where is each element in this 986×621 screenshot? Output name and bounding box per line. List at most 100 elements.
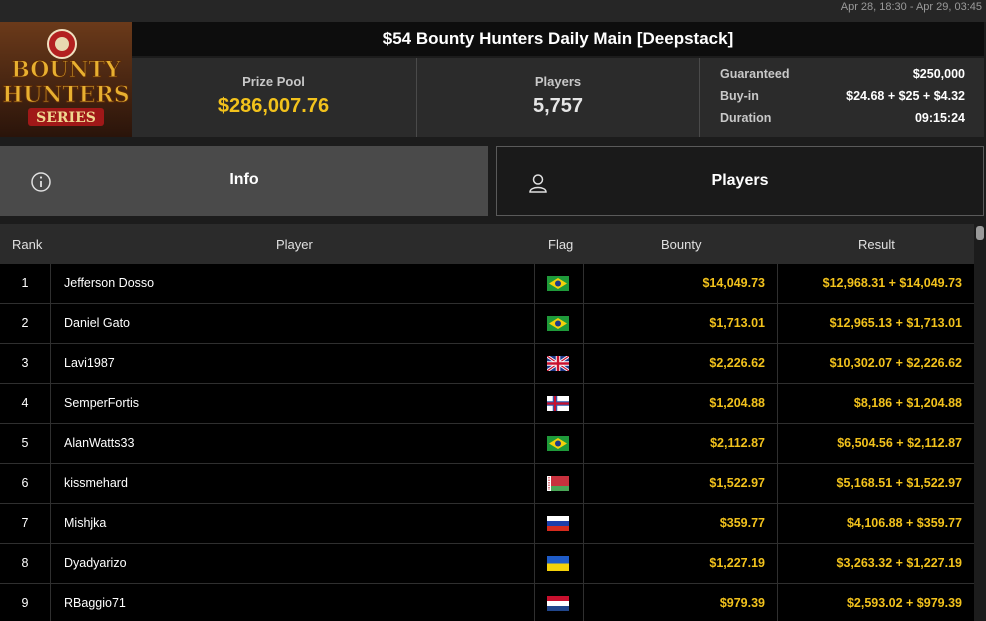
player-name[interactable]: SemperFortis bbox=[64, 384, 139, 423]
united-kingdom-flag-icon bbox=[547, 356, 569, 371]
bounty-cell: $1,713.01 bbox=[584, 304, 778, 343]
table-row[interactable]: 2 Daniel Gato $1,713.01 $12,965.13 + $1,… bbox=[0, 304, 974, 344]
flag-cell bbox=[534, 384, 584, 423]
guaranteed-label: Guaranteed bbox=[720, 67, 790, 81]
belarus-flag-icon bbox=[547, 476, 569, 491]
vertical-scrollbar[interactable] bbox=[974, 224, 986, 621]
prize-pool-label: Prize Pool bbox=[242, 74, 305, 89]
svg-text:SERIES: SERIES bbox=[36, 110, 96, 126]
ukraine-flag-icon bbox=[547, 556, 569, 571]
result-cell: $10,302.07 + $2,226.62 bbox=[829, 356, 962, 370]
brazil-flag-icon bbox=[547, 436, 569, 451]
bounty-cell: $1,227.19 bbox=[584, 544, 778, 583]
bounty-cell: $2,226.62 bbox=[584, 344, 778, 383]
rank-cell: 5 bbox=[0, 424, 51, 463]
rank-cell: 1 bbox=[0, 264, 51, 303]
tournament-stats: Prize Pool $286,007.76 Players 5,757 Gua… bbox=[132, 58, 984, 137]
flag-cell bbox=[534, 264, 584, 303]
player-name[interactable]: Daniel Gato bbox=[64, 304, 130, 343]
player-name[interactable]: Dyadyarizo bbox=[64, 544, 127, 583]
tab-info[interactable]: Info bbox=[0, 146, 488, 216]
result-cell: $2,593.02 + $979.39 bbox=[846, 596, 962, 610]
netherlands-flag-icon bbox=[547, 596, 569, 611]
buyin-value: $24.68 + $25 + $4.32 bbox=[846, 89, 965, 103]
tournament-title: $54 Bounty Hunters Daily Main [Deepstack… bbox=[132, 22, 984, 56]
buyin-label: Buy-in bbox=[720, 89, 759, 103]
bounty-cell: $359.77 bbox=[584, 504, 778, 543]
flag-cell bbox=[534, 344, 584, 383]
players-stat: Players 5,757 bbox=[416, 58, 699, 137]
flag-cell bbox=[534, 304, 584, 343]
results-table: 1 Jefferson Dosso $14,049.73 $12,968.31 … bbox=[0, 264, 974, 621]
guaranteed-value: $250,000 bbox=[912, 67, 965, 81]
flag-cell bbox=[534, 464, 584, 503]
players-count-label: Players bbox=[534, 74, 582, 89]
bounty-cell: $14,049.73 bbox=[584, 264, 778, 303]
tab-players-label: Players bbox=[711, 172, 769, 189]
rank-cell: 3 bbox=[0, 344, 51, 383]
svg-text:HUNTERS: HUNTERS bbox=[2, 82, 129, 108]
flag-cell bbox=[534, 584, 584, 621]
table-row[interactable]: 6 kissmehard $1,522.97 $5,168.51 + $1,52… bbox=[0, 464, 974, 504]
column-bounty[interactable]: Bounty bbox=[661, 237, 701, 252]
column-flag[interactable]: Flag bbox=[548, 237, 573, 252]
flag-cell bbox=[534, 544, 584, 583]
table-header: Rank Player Flag Bounty Result bbox=[0, 224, 974, 264]
prize-pool-value: $286,007.76 bbox=[217, 95, 330, 117]
column-result[interactable]: Result bbox=[858, 237, 895, 252]
table-row[interactable]: 7 Mishjka $359.77 $4,106.88 + $359.77 bbox=[0, 504, 974, 544]
tab-info-label: Info bbox=[229, 171, 259, 188]
table-row[interactable]: 5 AlanWatts33 $2,112.87 $6,504.56 + $2,1… bbox=[0, 424, 974, 464]
duration-value: 09:15:24 bbox=[914, 111, 965, 125]
rank-cell: 7 bbox=[0, 504, 51, 543]
player-name[interactable]: RBaggio71 bbox=[64, 584, 126, 621]
rank-cell: 9 bbox=[0, 584, 51, 621]
player-name[interactable]: Jefferson Dosso bbox=[64, 264, 154, 303]
player-name[interactable]: AlanWatts33 bbox=[64, 424, 134, 463]
duration-row: Duration 09:15:24 bbox=[720, 111, 965, 131]
column-rank[interactable]: Rank bbox=[12, 237, 42, 252]
flag-cell bbox=[534, 504, 584, 543]
rank-cell: 2 bbox=[0, 304, 51, 343]
table-row[interactable]: 9 RBaggio71 $979.39 $2,593.02 + $979.39 bbox=[0, 584, 974, 621]
players-count-value: 5,757 bbox=[532, 95, 584, 117]
bounty-hunters-logo: BOUNTY HUNTERS SERIES bbox=[0, 22, 132, 137]
scrollbar-thumb[interactable] bbox=[976, 226, 984, 240]
bounty-cell: $1,522.97 bbox=[584, 464, 778, 503]
table-row[interactable]: 3 Lavi1987 $2,226.62 $10,302.07 + $2,226… bbox=[0, 344, 974, 384]
result-cell: $6,504.56 + $2,112.87 bbox=[837, 436, 962, 450]
bounty-cell: $979.39 bbox=[584, 584, 778, 621]
player-name[interactable]: kissmehard bbox=[64, 464, 128, 503]
result-cell: $4,106.88 + $359.77 bbox=[846, 516, 962, 530]
brazil-flag-icon bbox=[547, 316, 569, 331]
date-range: Apr 28, 18:30 - Apr 29, 03:45 bbox=[840, 1, 982, 13]
svg-text:BOUNTY: BOUNTY bbox=[11, 57, 121, 83]
rank-cell: 8 bbox=[0, 544, 51, 583]
table-row[interactable]: 4 SemperFortis $1,204.88 $8,186 + $1,204… bbox=[0, 384, 974, 424]
prize-pool-stat: Prize Pool $286,007.76 bbox=[132, 58, 415, 137]
bounty-cell: $2,112.87 bbox=[584, 424, 778, 463]
rank-cell: 4 bbox=[0, 384, 51, 423]
table-row[interactable]: 1 Jefferson Dosso $14,049.73 $12,968.31 … bbox=[0, 264, 974, 304]
brazil-flag-icon bbox=[547, 276, 569, 291]
player-name[interactable]: Lavi1987 bbox=[64, 344, 115, 383]
tab-players[interactable]: Players bbox=[496, 146, 984, 216]
bounty-cell: $1,204.88 bbox=[584, 384, 778, 423]
player-name[interactable]: Mishjka bbox=[64, 504, 106, 543]
result-cell: $5,168.51 + $1,522.97 bbox=[836, 476, 962, 490]
rank-cell: 6 bbox=[0, 464, 51, 503]
result-cell: $3,263.32 + $1,227.19 bbox=[836, 556, 962, 570]
tournament-details: Guaranteed $250,000 Buy-in $24.68 + $25 … bbox=[699, 58, 984, 137]
table-row[interactable]: 8 Dyadyarizo $1,227.19 $3,263.32 + $1,22… bbox=[0, 544, 974, 584]
duration-label: Duration bbox=[720, 111, 772, 125]
russia-flag-icon bbox=[547, 516, 569, 531]
date-range-bar: Apr 28, 18:30 - Apr 29, 03:45 bbox=[0, 0, 986, 22]
faroe-islands-flag-icon bbox=[547, 396, 569, 411]
guaranteed-row: Guaranteed $250,000 bbox=[720, 67, 965, 87]
buyin-row: Buy-in $24.68 + $25 + $4.32 bbox=[720, 89, 965, 109]
result-cell: $12,968.31 + $14,049.73 bbox=[822, 276, 962, 290]
flag-cell bbox=[534, 424, 584, 463]
column-player[interactable]: Player bbox=[276, 237, 313, 252]
result-cell: $8,186 + $1,204.88 bbox=[853, 396, 962, 410]
result-cell: $12,965.13 + $1,713.01 bbox=[829, 316, 962, 330]
